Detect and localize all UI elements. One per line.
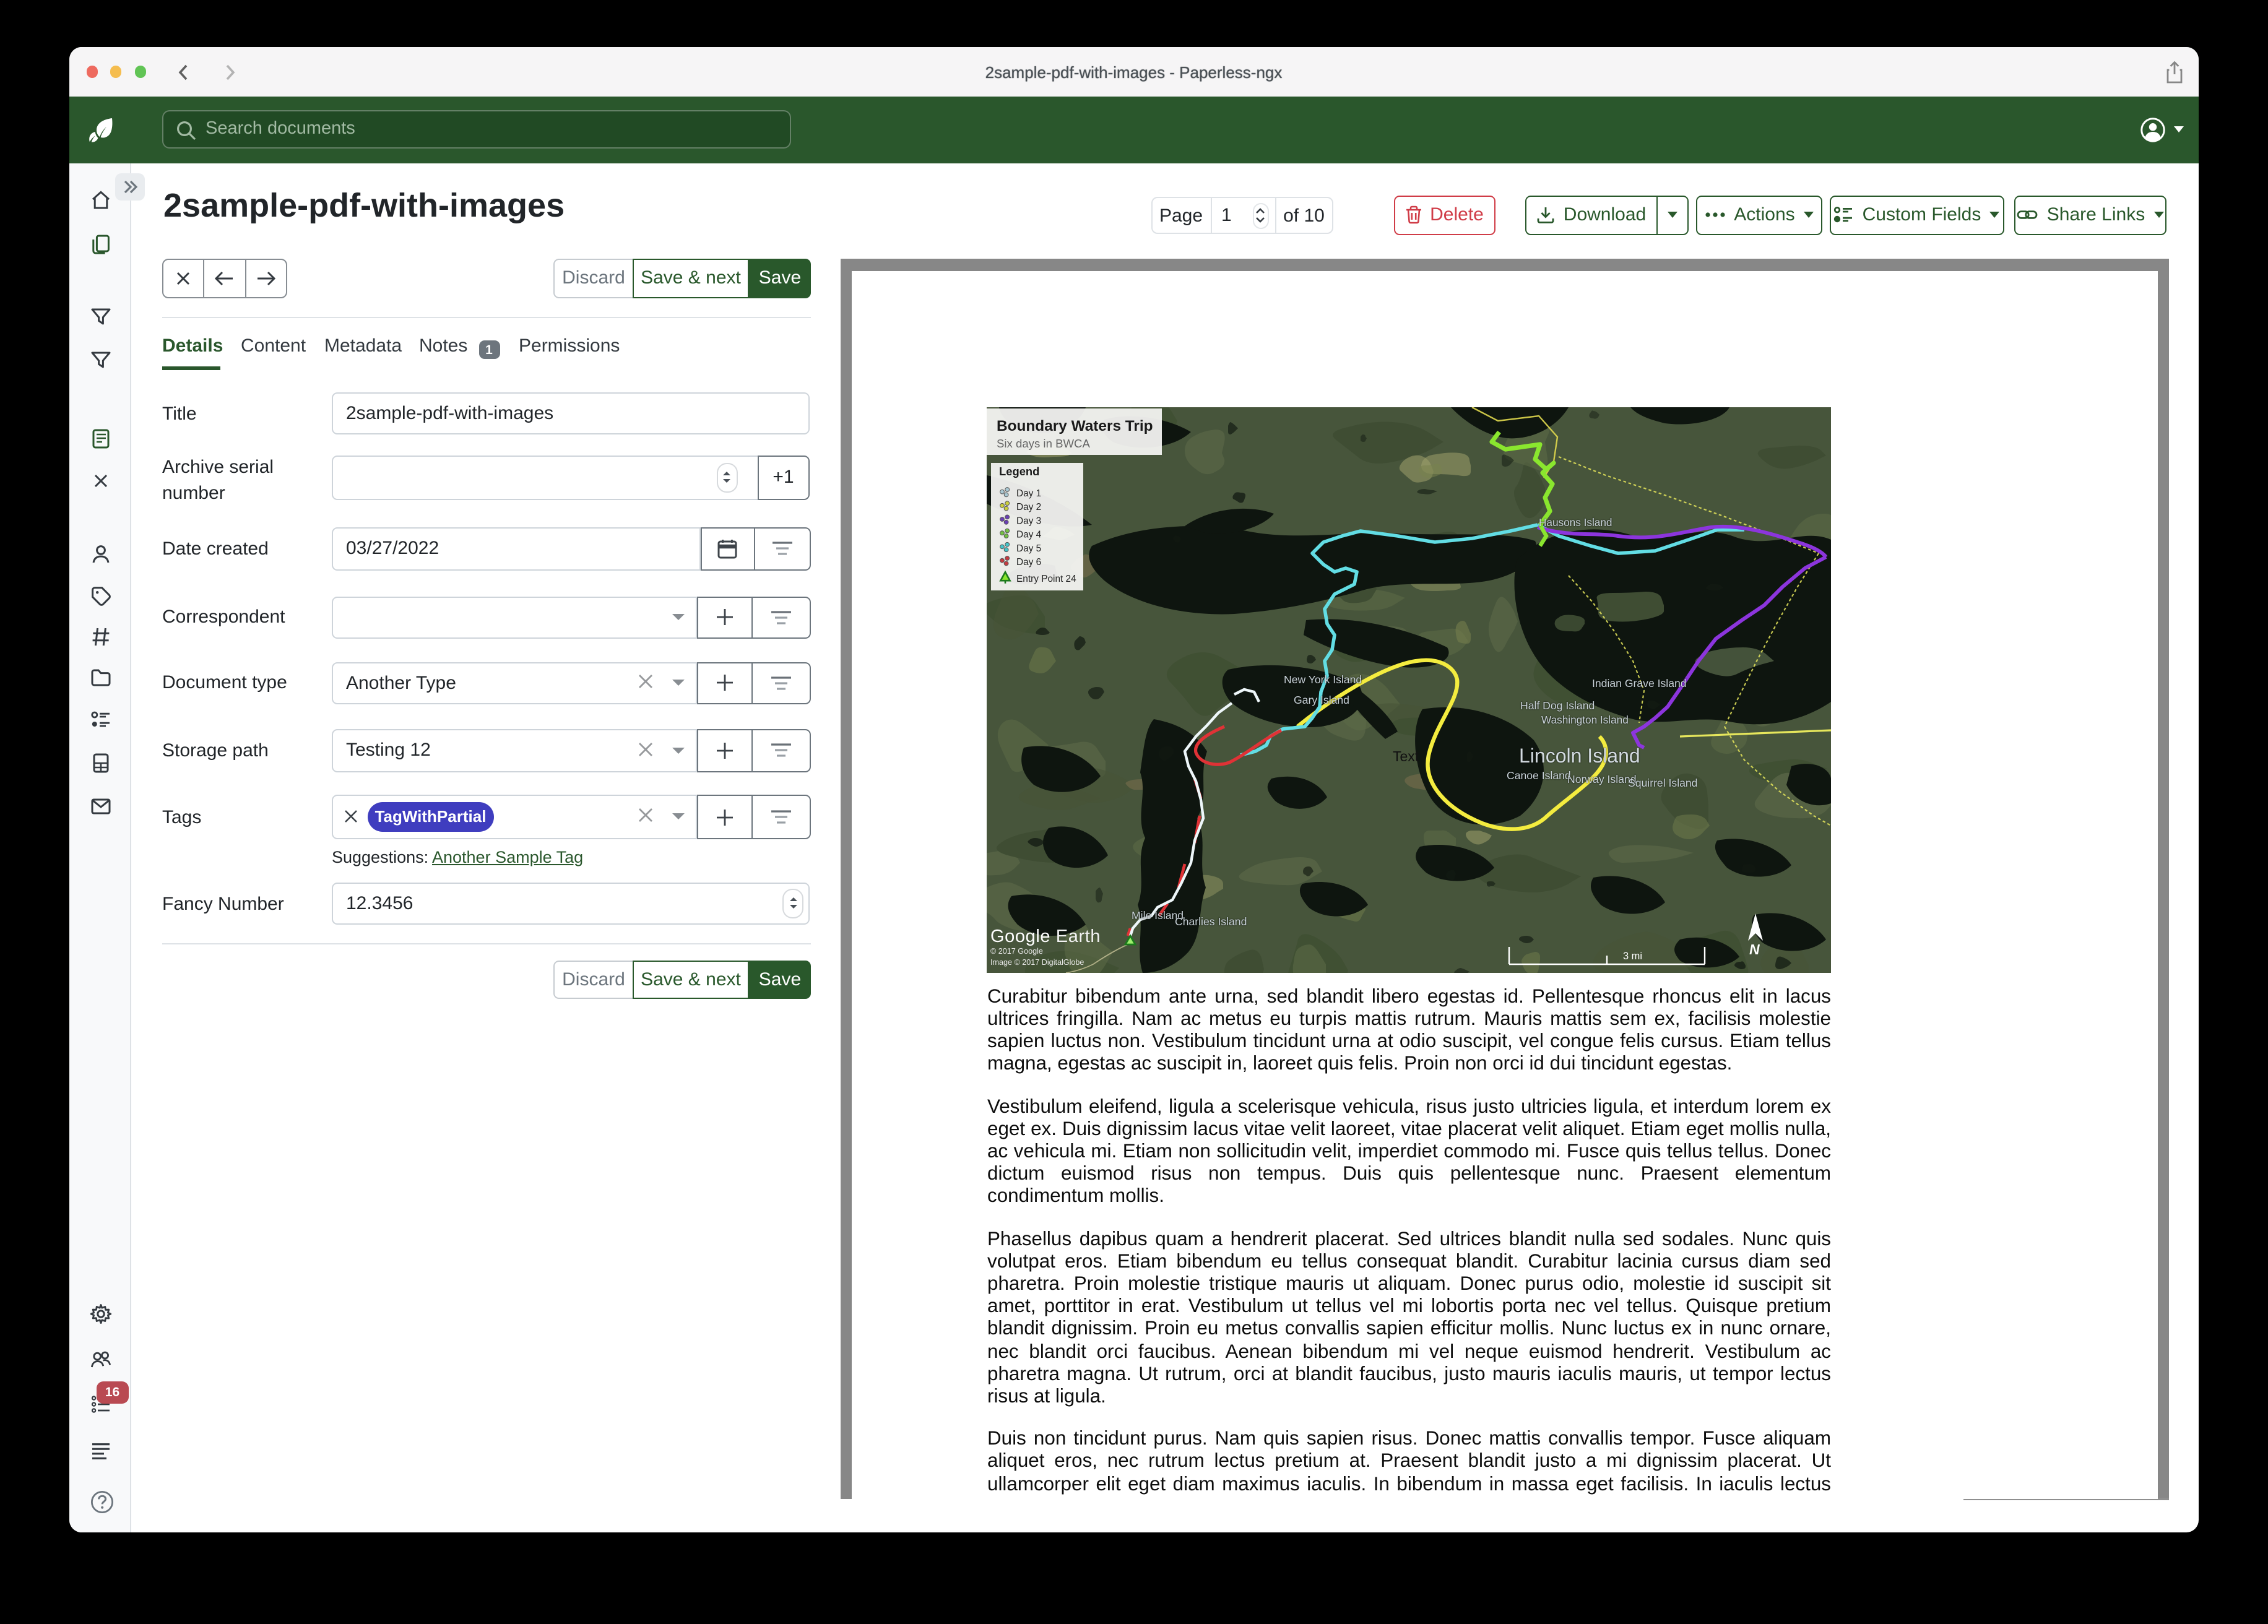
svg-text:Boundary Waters Trip: Boundary Waters Trip (997, 417, 1153, 434)
svg-text:Gary Island: Gary Island (1294, 693, 1349, 706)
svg-text:Hausons Island: Hausons Island (1539, 516, 1612, 528)
svg-text:Charlies Island: Charlies Island (1175, 915, 1247, 927)
svg-text:Day 2: Day 2 (1016, 501, 1041, 512)
svg-text:N: N (1749, 941, 1760, 957)
svg-text:Day 6: Day 6 (1016, 556, 1041, 567)
svg-text:Legend: Legend (999, 464, 1039, 477)
svg-text:Norway Island: Norway Island (1567, 772, 1636, 785)
svg-text:Day 4: Day 4 (1016, 529, 1042, 540)
svg-text:Washington Island: Washington Island (1541, 713, 1629, 725)
svg-text:Google Earth: Google Earth (990, 926, 1101, 946)
svg-text:Half Dog Island: Half Dog Island (1520, 699, 1595, 711)
svg-text:Image © 2017 DigitalGlobe: Image © 2017 DigitalGlobe (990, 957, 1084, 966)
svg-text:Six days in BWCA: Six days in BWCA (997, 436, 1090, 449)
svg-text:Entry Point 24: Entry Point 24 (1016, 573, 1076, 584)
svg-text:Text: Text (1393, 748, 1419, 764)
svg-text:© 2017 Google: © 2017 Google (990, 946, 1043, 955)
svg-text:Day 5: Day 5 (1016, 543, 1041, 553)
svg-text:Squirrel Island: Squirrel Island (1628, 776, 1697, 788)
svg-text:Indian Grave Island: Indian Grave Island (1592, 676, 1687, 689)
svg-text:3 mi: 3 mi (1623, 950, 1642, 961)
svg-text:Day 1: Day 1 (1016, 488, 1041, 498)
svg-text:Lincoln Island: Lincoln Island (1519, 744, 1640, 766)
svg-text:New York Island: New York Island (1284, 673, 1362, 685)
svg-text:Canoe Island: Canoe Island (1507, 769, 1571, 781)
svg-text:Day 3: Day 3 (1016, 515, 1041, 525)
